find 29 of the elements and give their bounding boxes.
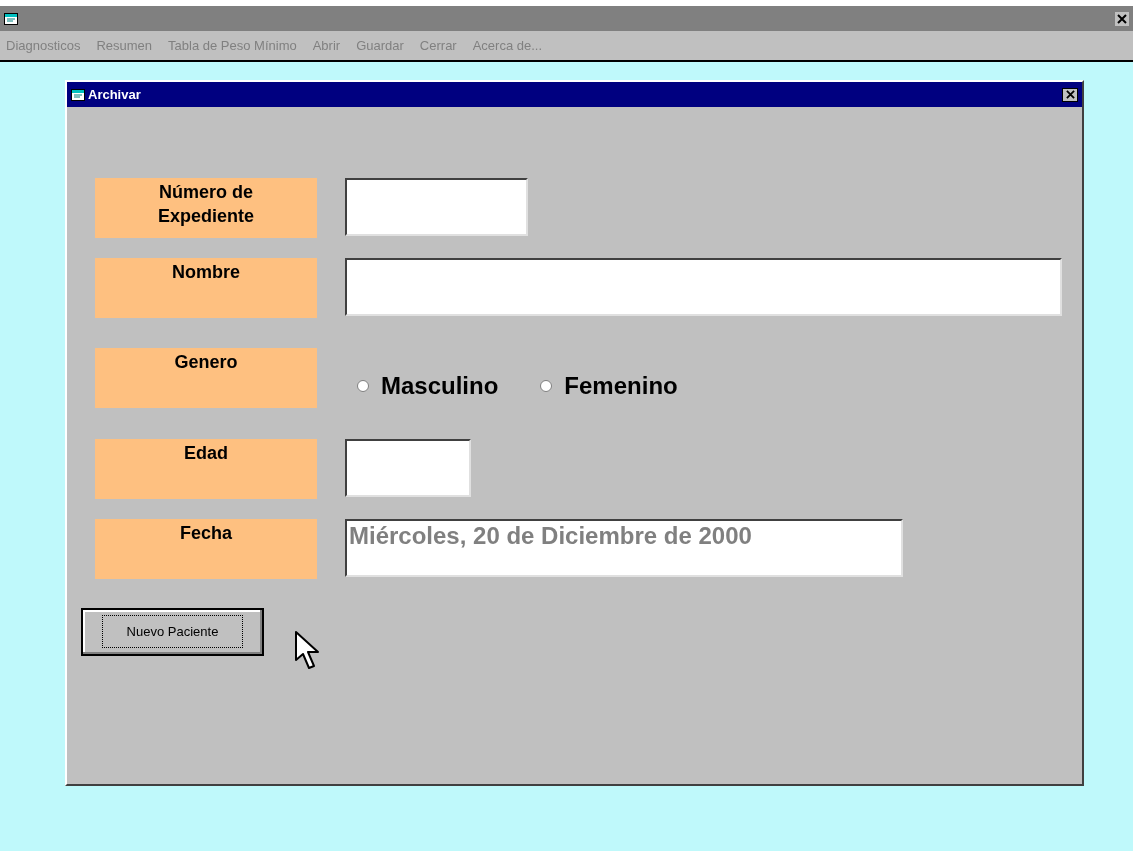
radio-option[interactable]: Femenino (540, 368, 678, 404)
menu-item[interactable]: Cerrar (419, 35, 457, 56)
new-patient-button[interactable]: Nuevo Paciente (81, 608, 264, 656)
radio-label: Masculino (381, 371, 499, 401)
menu-item[interactable]: Abrir (312, 35, 341, 56)
radio-button[interactable] (357, 380, 369, 392)
close-button[interactable] (1115, 11, 1129, 26)
close-icon (1117, 13, 1127, 24)
menu-item[interactable]: Tabla de Peso Mínimo (168, 35, 297, 56)
menu-item[interactable]: Diagnosticos (6, 35, 81, 56)
window-icon (71, 88, 85, 101)
dialog-title: Archivar (88, 85, 141, 104)
field-label: Fecha (95, 519, 317, 579)
menu-item[interactable]: Guardar (356, 35, 404, 56)
radio-option[interactable]: Masculino (357, 368, 499, 404)
close-button[interactable] (1062, 87, 1078, 102)
text-field[interactable] (345, 178, 528, 236)
menu-item[interactable]: Resumen (96, 35, 153, 56)
menu-item[interactable]: Acerca de... (472, 35, 543, 56)
field-label: Genero (95, 348, 317, 408)
text-field[interactable] (345, 258, 1062, 316)
field-label: Nombre (95, 258, 317, 318)
close-icon (1065, 90, 1075, 99)
field-label: Edad (95, 439, 317, 499)
window-icon (4, 12, 18, 25)
field-label: Número de Expediente (95, 178, 317, 238)
radio-button[interactable] (540, 380, 553, 392)
text-field[interactable] (345, 439, 471, 497)
radio-label: Femenino (564, 371, 678, 401)
